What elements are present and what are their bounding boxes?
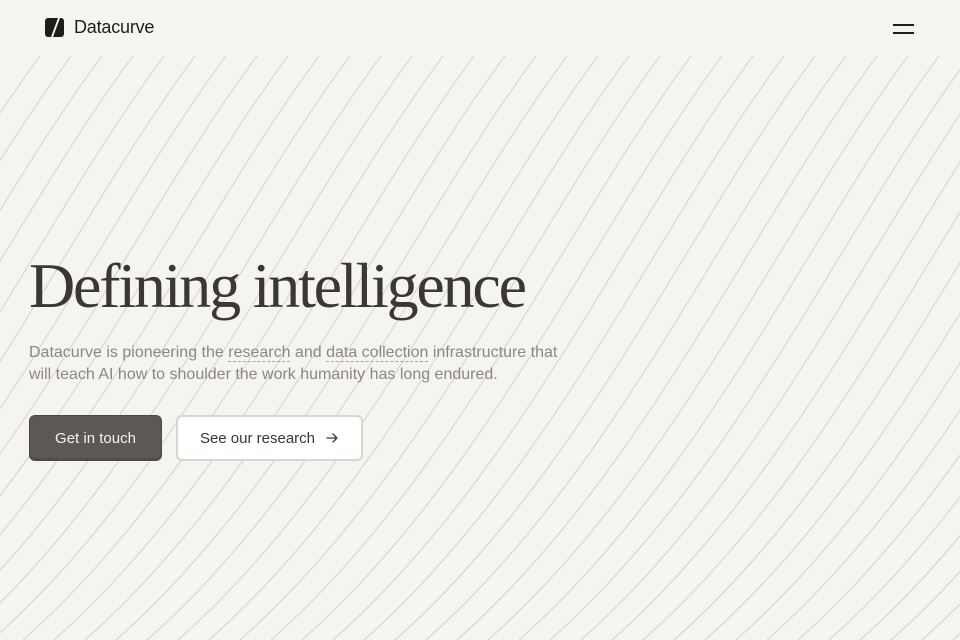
background-line [704,312,960,640]
see-our-research-label: See our research [199,429,316,447]
get-in-touch-button[interactable]: Get in touch [29,415,162,461]
brand-home-link[interactable]: Datacurve [45,17,154,38]
background-line [766,409,960,640]
arrow-right-icon [325,431,339,445]
get-in-touch-label: Get in touch [55,429,136,447]
research-link[interactable]: research [228,344,291,362]
hero-title: Defining intelligence [29,250,527,321]
hero-description: Datacurve is pioneering the research and… [29,342,574,386]
background-line [952,633,960,640]
brand-name: Datacurve [74,17,155,37]
data-collection-link[interactable]: data collection [326,344,429,362]
see-our-research-button[interactable]: See our research [176,415,363,461]
datacurve-logo-icon [45,18,64,37]
background-line [890,570,960,640]
hero-section: Defining intelligence Datacurve is pione… [29,250,649,386]
description-text-1: Datacurve is pioneering the [29,344,229,361]
background-line [828,496,960,640]
top-navigation: Datacurve [0,0,960,56]
hamburger-menu-icon[interactable] [888,18,918,40]
hero-actions: Get in touch See our research [29,415,363,461]
description-text-2: and [290,344,327,361]
